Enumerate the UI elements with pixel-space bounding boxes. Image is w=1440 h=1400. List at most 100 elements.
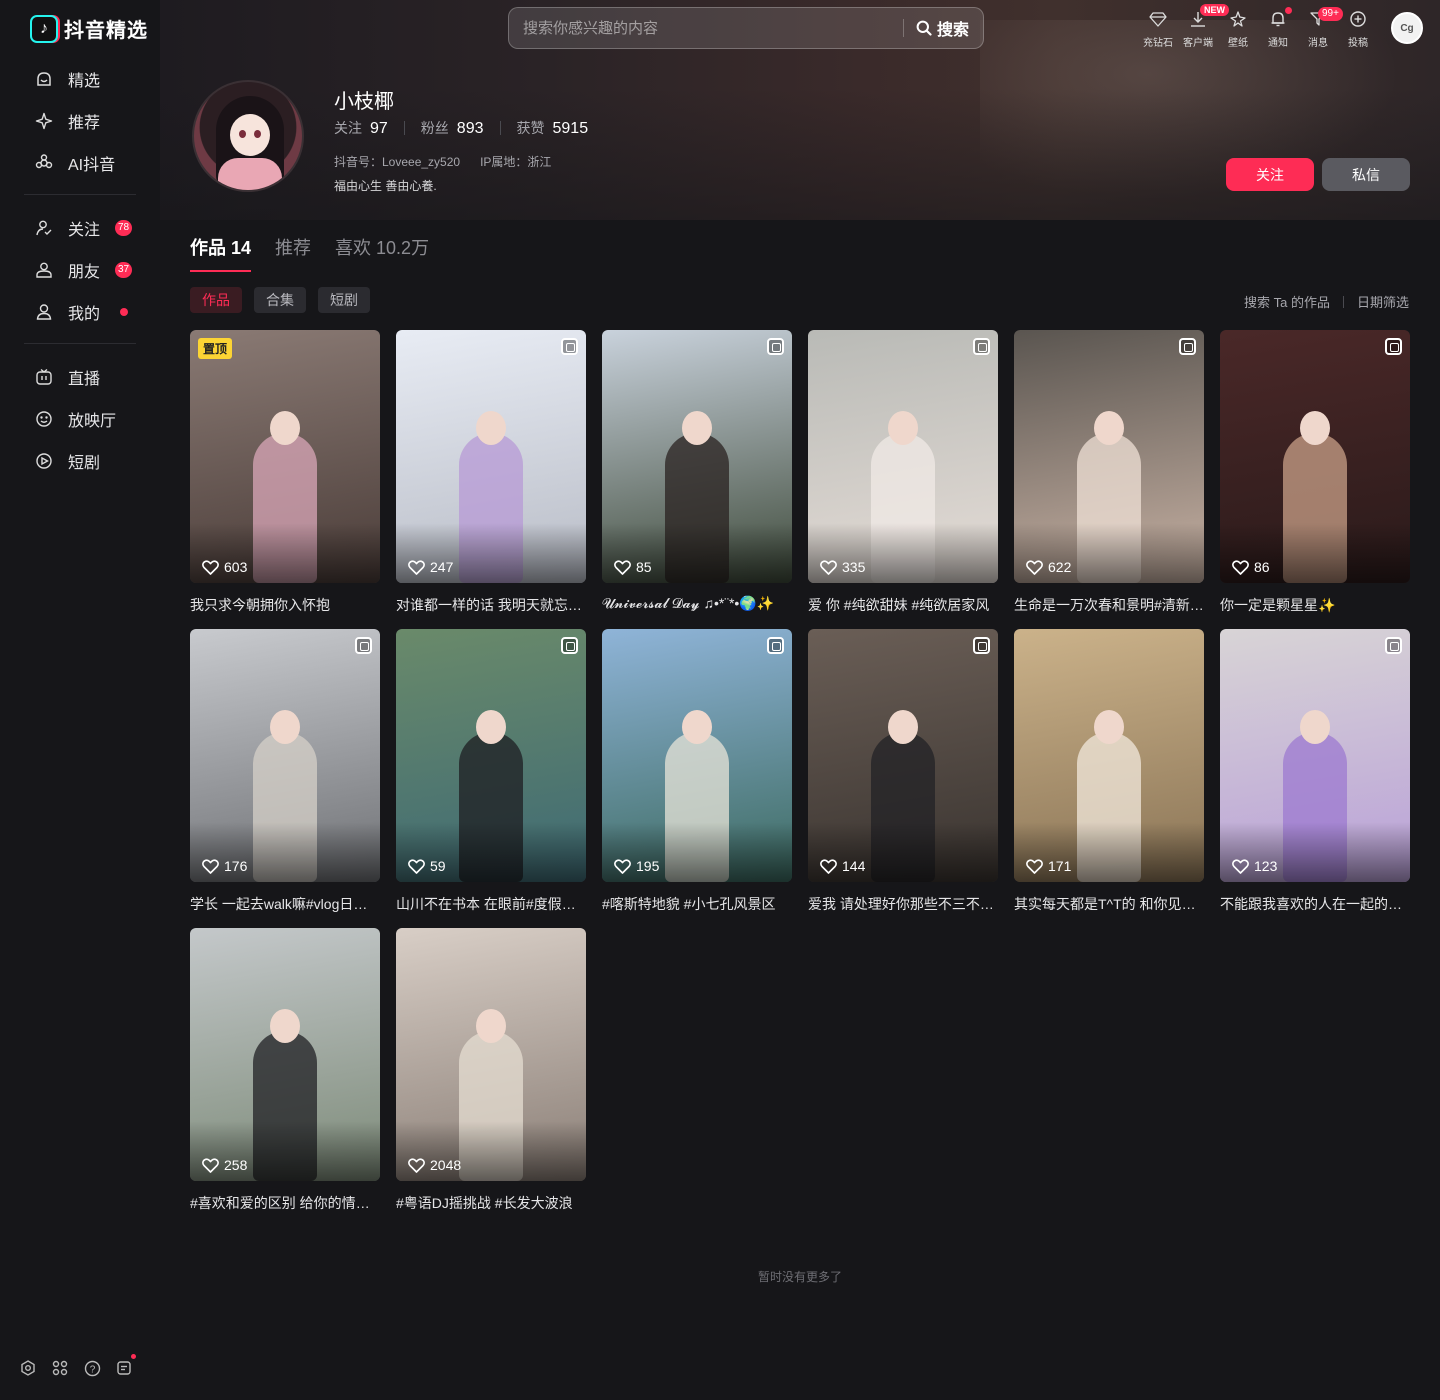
video-card[interactable]: 247 对谁都一样的话 我明天就忘了你 (396, 330, 586, 629)
search-input[interactable] (509, 8, 903, 48)
video-caption[interactable]: 爱我 请处理好你那些不三不四的 (808, 894, 998, 914)
message-button[interactable]: 私信 (1322, 158, 1410, 191)
video-caption[interactable]: 爱 你 #纯欲甜妹 #纯欲居家风 (808, 595, 998, 615)
video-card[interactable]: 86 你一定是颗星星✨ (1220, 330, 1410, 629)
stat-followers[interactable]: 粉丝 893 (421, 118, 484, 138)
sidebar-item-follow[interactable]: 关注 78 (24, 207, 136, 249)
video-card[interactable]: 622 生命是一万次春和景明#清新花艺 (1014, 330, 1204, 629)
apps-grid-icon[interactable] (50, 1358, 70, 1378)
short-drama-icon (34, 451, 54, 471)
video-card[interactable]: 258 #喜欢和爱的区别 给你的情绪价值 (190, 928, 380, 1227)
filter-chip[interactable]: 作品 (190, 287, 242, 313)
like-count-value: 335 (842, 559, 866, 575)
logo[interactable]: ♪ 抖音精选 (30, 14, 148, 43)
video-caption[interactable]: 生命是一万次春和景明#清新花艺 (1014, 595, 1204, 615)
video-caption[interactable]: #粤语DJ摇挑战 #长发大波浪 (396, 1193, 586, 1213)
video-caption[interactable]: 对谁都一样的话 我明天就忘了你 (396, 595, 586, 615)
heart-icon (1232, 559, 1249, 575)
heart-icon (202, 858, 219, 874)
like-count-value: 171 (1048, 858, 1072, 874)
video-thumbnail[interactable]: 85 (602, 330, 792, 583)
video-caption[interactable]: #喀斯特地貌 #小七孔风景区 (602, 894, 792, 914)
video-thumbnail[interactable]: 247 (396, 330, 586, 583)
toolbar-wallpaper[interactable]: 壁纸 (1218, 6, 1258, 49)
video-thumbnail[interactable]: 2048 (396, 928, 586, 1181)
sidebar-item-live[interactable]: 直播 (24, 356, 136, 398)
video-caption[interactable]: 𝓤𝓷𝓲𝓿𝓮𝓻𝓼𝓪𝓵 𝓓𝓪𝔂 ♫•*¨*•🌍✨ (602, 595, 792, 612)
sidebar-item-featured[interactable]: 精选 (24, 58, 136, 100)
search-button[interactable]: 搜索 (904, 8, 983, 48)
like-count-value: 176 (224, 858, 248, 874)
sidebar-item-ai[interactable]: AI抖音 (24, 142, 136, 184)
sidebar-item-me[interactable]: 我的 (24, 291, 136, 333)
video-thumbnail[interactable]: 123 (1220, 629, 1410, 882)
video-card[interactable]: 2048 #粤语DJ摇挑战 #长发大波浪 (396, 928, 586, 1227)
heart-icon (202, 1157, 219, 1173)
toolbar-bell[interactable]: 通知 (1258, 6, 1298, 49)
video-caption[interactable]: 山川不在书本 在眼前#度假旅行 (396, 894, 586, 914)
stat-value: 893 (456, 120, 484, 137)
tab-1[interactable]: 推荐 (275, 234, 311, 274)
sidebar-item-recommend[interactable]: 推荐 (24, 100, 136, 142)
feedback-icon[interactable] (114, 1354, 136, 1378)
video-card[interactable]: 59 山川不在书本 在眼前#度假旅行 (396, 629, 586, 928)
search-works-link[interactable]: 搜索 Ta 的作品 (1244, 292, 1330, 311)
video-card[interactable]: 置顶 603 我只求今朝拥你入怀抱 (190, 330, 380, 629)
video-card[interactable]: 176 学长 一起去walk嘛#vlog日常记录 (190, 629, 380, 928)
video-card[interactable]: 123 不能跟我喜欢的人在一起的日子 (1220, 629, 1410, 928)
date-filter-link[interactable]: 日期筛选 (1357, 292, 1409, 311)
video-card[interactable]: 335 爱 你 #纯欲甜妹 #纯欲居家风 (808, 330, 998, 629)
video-caption[interactable]: 其实每天都是T^T的 和你见面也是 (1014, 894, 1204, 914)
sidebar-item-theater[interactable]: 放映厅 (24, 398, 136, 440)
sidebar-item-label: 精选 (68, 73, 101, 90)
filter-chip[interactable]: 合集 (254, 287, 306, 313)
stat-label: 获赞 (516, 120, 545, 136)
search-icon (916, 20, 932, 36)
profile-bio: 福由心生 善由心養. (334, 179, 437, 193)
follow-button[interactable]: 关注 (1226, 158, 1314, 191)
video-caption[interactable]: #喜欢和爱的区别 给你的情绪价值 (190, 1193, 380, 1213)
video-caption[interactable]: 不能跟我喜欢的人在一起的日子 (1220, 894, 1410, 914)
video-thumbnail[interactable]: 86 (1220, 330, 1410, 583)
stat-following[interactable]: 关注 97 (334, 118, 388, 138)
video-card[interactable]: 195 #喀斯特地貌 #小七孔风景区 (602, 629, 792, 928)
tab-2[interactable]: 喜欢 10.2万 (335, 234, 429, 274)
like-count: 258 (202, 1157, 247, 1173)
video-thumbnail[interactable]: 176 (190, 629, 380, 882)
toolbar-upload[interactable]: 投稿 (1338, 6, 1378, 49)
video-thumbnail[interactable]: 置顶 603 (190, 330, 380, 583)
like-count-value: 123 (1254, 858, 1278, 874)
tab-0[interactable]: 作品 14 (190, 234, 252, 274)
like-count: 85 (614, 559, 652, 575)
video-thumbnail[interactable]: 59 (396, 629, 586, 882)
filter-chip[interactable]: 短剧 (318, 287, 370, 313)
video-thumbnail[interactable]: 195 (602, 629, 792, 882)
video-caption[interactable]: 你一定是颗星星✨ (1220, 595, 1410, 615)
video-caption[interactable]: 学长 一起去walk嘛#vlog日常记录 (190, 894, 380, 914)
heart-icon (614, 858, 631, 874)
user-avatar[interactable]: Cg (1391, 12, 1423, 44)
video-card[interactable]: 85 𝓤𝓷𝓲𝓿𝓮𝓻𝓼𝓪𝓵 𝓓𝓪𝔂 ♫•*¨*•🌍✨ (602, 330, 792, 629)
settings-icon[interactable] (18, 1358, 38, 1378)
toolbar-label: 投稿 (1348, 38, 1368, 49)
video-card[interactable]: 171 其实每天都是T^T的 和你见面也是 (1014, 629, 1204, 928)
video-card[interactable]: 144 爱我 请处理好你那些不三不四的 (808, 629, 998, 928)
toolbar-message[interactable]: 消息 99+ (1298, 6, 1343, 49)
sidebar-item-friends[interactable]: 朋友 37 (24, 249, 136, 291)
feedback-dot (131, 1354, 136, 1359)
profile-avatar[interactable] (192, 80, 304, 192)
toolbar-diamond[interactable]: 充钻石 (1138, 6, 1178, 49)
video-thumbnail[interactable]: 335 (808, 330, 998, 583)
video-thumbnail[interactable]: 144 (808, 629, 998, 882)
video-thumbnail[interactable]: 622 (1014, 330, 1204, 583)
like-count-value: 622 (1048, 559, 1072, 575)
works-tools: 搜索 Ta 的作品 日期筛选 (1244, 292, 1409, 311)
help-icon[interactable]: ? (82, 1358, 102, 1378)
toolbar-download[interactable]: 客户端 NEW (1178, 4, 1229, 49)
video-caption[interactable]: 我只求今朝拥你入怀抱 (190, 595, 380, 615)
video-thumbnail[interactable]: 258 (190, 928, 380, 1181)
video-thumbnail[interactable]: 171 (1014, 629, 1204, 882)
sidebar-item-short-drama[interactable]: 短剧 (24, 440, 136, 482)
heart-icon (1026, 858, 1043, 874)
like-count: 171 (1026, 858, 1071, 874)
